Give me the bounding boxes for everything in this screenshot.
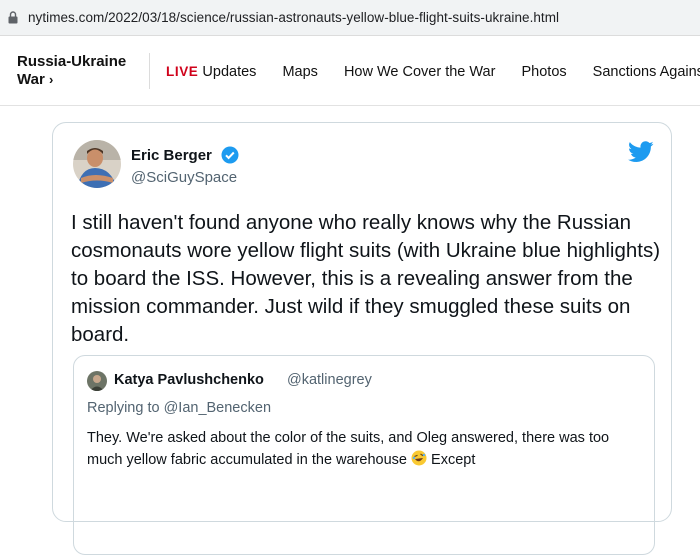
twitter-bird-icon[interactable] [628,141,654,163]
quoted-tweet[interactable]: Katya Pavlushchenko @katlinegrey Replyin… [73,355,655,555]
tweet-text: I still haven't found anyone who really … [71,211,661,346]
section-title-link[interactable]: Russia-Ukraine War › [17,53,147,89]
address-bar[interactable]: nytimes.com/2022/03/18/science/russian-a… [0,0,700,36]
verified-badge-icon [221,146,239,164]
avatar[interactable] [73,140,121,188]
nav-item-how-we-cover[interactable]: How We Cover the War [344,64,496,80]
nav-item-maps[interactable]: Maps [282,64,317,80]
author-handle[interactable]: @SciGuySpace [131,169,237,186]
nav-item-live-updates[interactable]: LIVE Updates [166,64,256,80]
embedded-tweet[interactable]: Eric Berger @SciGuySpace I still haven't… [52,122,672,555]
section-title-line1: Russia-Ukraine [17,53,127,70]
lock-icon[interactable] [6,10,20,26]
nav-links: LIVE Updates Maps How We Cover the War Ph… [166,64,700,80]
section-navbar: Russia-Ukraine War › LIVE Updates Maps Ho… [0,36,700,106]
quoted-text-part2: Except [427,452,476,468]
quoted-text-part1: They. We're asked about the color of the… [87,430,610,468]
url-text[interactable]: nytimes.com/2022/03/18/science/russian-a… [28,10,559,25]
quoted-author-name[interactable]: Katya Pavlushchenko [114,372,264,388]
nav-item-label: Updates [202,64,257,80]
quoted-avatar[interactable] [87,371,107,391]
nav-item-sanctions[interactable]: Sanctions Against Russia [593,64,700,80]
section-title-line2: War [17,71,45,88]
chevron-right-icon: › [48,72,54,87]
rolling-on-floor-laughing-emoji [411,450,427,466]
quoted-author-handle[interactable]: @katlinegrey [287,372,372,388]
live-badge: LIVE [166,64,199,79]
nav-divider [149,53,150,89]
author-name[interactable]: Eric Berger [131,147,212,164]
replying-to-text[interactable]: Replying to @Ian_Benecken [87,400,271,416]
quoted-tweet-text: They. We're asked about the color of the… [87,427,647,471]
nav-item-photos[interactable]: Photos [521,64,566,80]
